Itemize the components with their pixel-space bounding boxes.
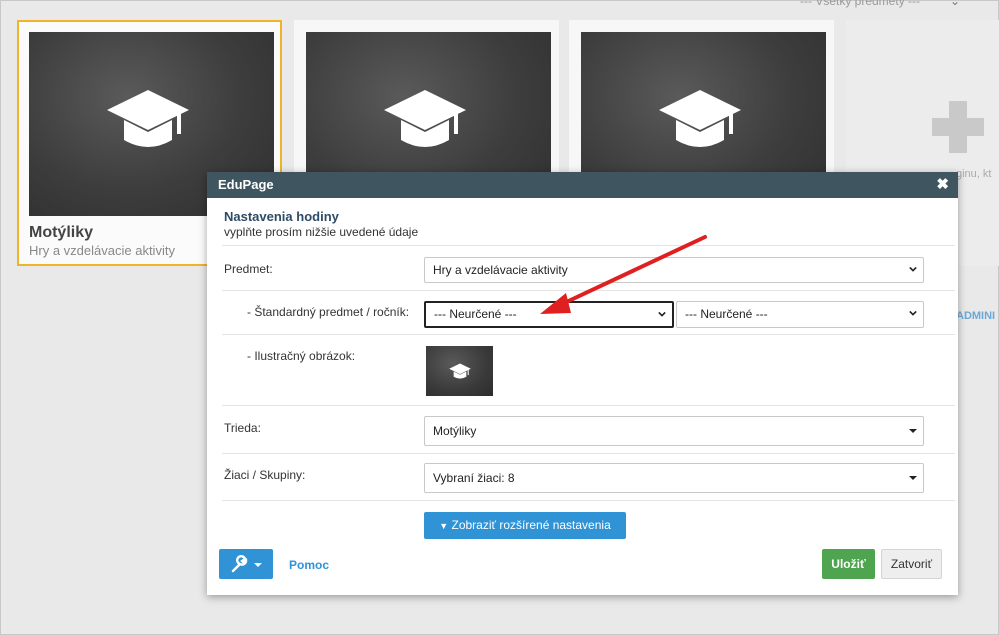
divider — [222, 245, 955, 246]
illustration-image[interactable] — [426, 346, 493, 396]
divider — [222, 334, 955, 335]
tools-menu-button[interactable] — [219, 549, 273, 579]
predmet-select[interactable]: Hry a vzdelávacie aktivity — [424, 257, 924, 283]
students-select[interactable]: Vybraní žiaci: 8 — [424, 463, 924, 493]
trieda-label: Trieda: — [224, 421, 261, 435]
students-select-value: Vybraní žiaci: 8 — [433, 471, 515, 485]
save-button[interactable]: Uložiť — [822, 549, 875, 579]
card-subtitle: Hry a vzdelávacie aktivity — [29, 243, 175, 258]
background-text: ginu, kt — [956, 168, 992, 180]
plus-icon-bar — [932, 118, 984, 136]
triangle-down-icon: ▼ — [439, 521, 449, 531]
dialog-title: Nastavenia hodiny — [224, 209, 339, 224]
graduation-cap-icon — [384, 90, 466, 147]
divider — [222, 500, 955, 501]
divider — [222, 290, 955, 291]
close-button[interactable]: Zatvoriť — [881, 549, 942, 579]
caret-down-icon — [909, 429, 917, 433]
grade-select-value: --- Neurčené --- — [685, 307, 768, 321]
divider — [222, 405, 955, 406]
subject-filter[interactable]: --- Všetky predmety --- ⌄ — [800, 0, 960, 8]
dialog-header-title: EduPage — [218, 177, 274, 192]
chevron-down-icon — [658, 311, 666, 317]
predmet-select-value: Hry a vzdelávacie aktivity — [433, 263, 568, 277]
caret-down-icon — [909, 476, 917, 480]
dialog-subtitle: vyplňte prosím nižšie uvedené údaje — [224, 225, 419, 239]
ziaci-label: Žiaci / Skupiny: — [224, 468, 306, 482]
chevron-down-icon — [909, 310, 917, 316]
trieda-select-value: Motýliky — [433, 424, 477, 438]
show-advanced-settings-button[interactable]: ▼ Zobraziť rozšírené nastavenia — [424, 512, 626, 539]
predmet-label: Predmet: — [224, 262, 273, 276]
standard-subject-select[interactable]: --- Neurčené --- — [424, 301, 674, 328]
dialog-header: EduPage ✖ — [207, 172, 958, 198]
show-advanced-settings-label: Zobraziť rozšírené nastavenia — [451, 518, 611, 532]
subject-filter-label: --- Všetky predmety --- — [800, 0, 921, 8]
card-title: Motýliky — [29, 224, 94, 241]
chevron-down-icon: ⌄ — [950, 0, 961, 8]
help-link[interactable]: Pomoc — [289, 558, 329, 572]
graduation-cap-icon — [449, 363, 471, 379]
admin-link[interactable]: ADMINI — [956, 310, 995, 322]
grade-select[interactable]: --- Neurčené --- — [676, 301, 924, 328]
chevron-down-icon — [909, 266, 917, 272]
divider — [222, 453, 955, 454]
trieda-select[interactable]: Motýliky — [424, 416, 924, 446]
wrench-icon — [231, 555, 262, 573]
standard-subject-value: --- Neurčené --- — [434, 307, 517, 321]
lesson-settings-dialog: EduPage ✖ Nastavenia hodiny vyplňte pros… — [207, 172, 958, 595]
standard-subject-label: - Štandardný predmet / ročník: — [247, 305, 410, 319]
close-icon[interactable]: ✖ — [936, 172, 949, 198]
graduation-cap-icon — [107, 90, 189, 147]
image-label: - Ilustračný obrázok: — [247, 349, 356, 363]
graduation-cap-icon — [659, 90, 741, 147]
